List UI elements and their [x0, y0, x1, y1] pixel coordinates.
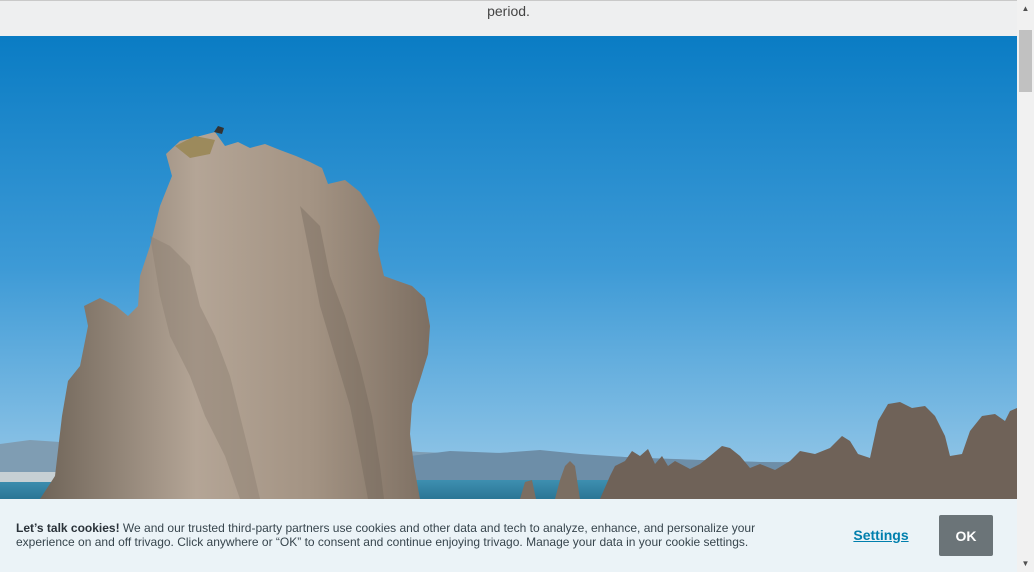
cookie-settings-link[interactable]: Settings	[846, 527, 916, 543]
hero-image	[0, 36, 1017, 499]
cookie-ok-button[interactable]: OK	[939, 515, 993, 556]
top-text-band: period.	[0, 0, 1017, 36]
cookie-body: We and our trusted third-party partners …	[16, 521, 756, 549]
hero-photo	[0, 36, 1017, 499]
vertical-scrollbar[interactable]: ▲ ▼	[1017, 0, 1034, 572]
top-text: period.	[487, 3, 530, 19]
scroll-down-arrow-icon[interactable]: ▼	[1017, 555, 1034, 572]
cookie-banner[interactable]: Let’s talk cookies! We and our trusted t…	[0, 499, 1017, 572]
scroll-up-arrow-icon[interactable]: ▲	[1017, 0, 1034, 17]
cookie-message: Let’s talk cookies! We and our trusted t…	[16, 521, 796, 549]
scroll-thumb[interactable]	[1019, 30, 1032, 92]
page: period. Let’s talk cookies! We and our t…	[0, 0, 1017, 572]
cookie-heading: Let’s talk cookies!	[16, 521, 120, 535]
